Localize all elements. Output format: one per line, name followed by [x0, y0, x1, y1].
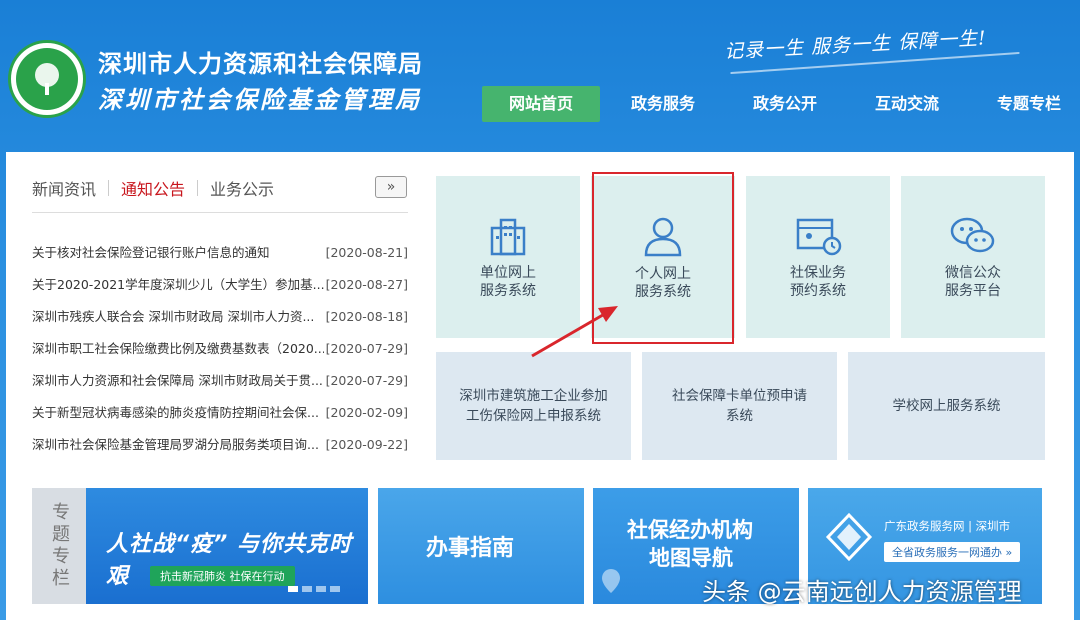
- guide-banner[interactable]: 办事指南: [378, 488, 584, 604]
- tile-label-line1: 学校网上服务系统: [893, 396, 1001, 416]
- news-date: [2020-08-18]: [326, 304, 408, 336]
- news-date: [2020-08-27]: [326, 272, 408, 304]
- tile-label-line2: 服务平台: [945, 282, 1001, 300]
- carousel-dots: [288, 586, 344, 592]
- building-icon: [486, 214, 530, 258]
- news-date: [2020-07-29]: [326, 368, 408, 400]
- tile-label-line1: 社会保障卡单位预申请: [672, 386, 807, 406]
- site-header: 深圳市人力资源和社会保障局 深圳市社会保险基金管理局 记录一生 服务一生 保障一…: [0, 0, 1080, 150]
- banner-text-line2: 地图导航: [649, 542, 733, 572]
- tile-label-line1: 微信公众: [945, 264, 1001, 282]
- list-item[interactable]: 关于2020-2021学年度深圳少儿（大学生）参加基... [2020-08-2…: [32, 272, 408, 304]
- tab-divider: [108, 180, 109, 196]
- gd-gov-logo-icon: [824, 512, 874, 562]
- nav-topics[interactable]: 专题专栏: [970, 86, 1080, 122]
- wechat-service-tile[interactable]: 微信公众 服务平台: [901, 176, 1045, 338]
- topics-side-label: 专题专栏: [32, 488, 86, 604]
- tree-icon: [16, 48, 78, 110]
- banner-title: 广东政务服务网 | 深圳市: [884, 518, 1010, 534]
- construction-injury-insurance-tile[interactable]: 深圳市建筑施工企业参加工伤保险网上申报系统: [436, 352, 631, 460]
- main-nav: 网站首页 政务服务 政务公开 互动交流 专题专栏: [482, 86, 1080, 122]
- news-title[interactable]: 深圳市残疾人联合会 深圳市财政局 深圳市人力资...: [32, 304, 324, 336]
- nav-home[interactable]: 网站首页: [482, 86, 600, 122]
- carousel-dot[interactable]: [288, 586, 298, 592]
- watermark: 头条 @云南远创人力资源管理: [702, 572, 1022, 607]
- carousel-dot[interactable]: [330, 586, 340, 592]
- appointment-service-tile[interactable]: 社保业务 预约系统: [746, 176, 890, 338]
- fund-title: 深圳市社会保险基金管理局: [98, 80, 422, 115]
- list-item[interactable]: 关于新型冠状病毒感染的肺炎疫情防控期间社会保... [2020-02-09]: [32, 400, 408, 432]
- list-item[interactable]: 深圳市社会保险基金管理局罗湖分局服务类项目询... [2020-09-22]: [32, 432, 408, 464]
- news-list: 关于核对社会保险登记银行账户信息的通知 [2020-08-21] 关于2020-…: [32, 240, 408, 464]
- news-date: [2020-08-21]: [326, 240, 408, 272]
- nav-interaction[interactable]: 互动交流: [848, 86, 966, 122]
- tile-label-line2: 系统: [672, 406, 807, 426]
- tab-news[interactable]: 新闻资讯: [32, 176, 96, 200]
- tab-business[interactable]: 业务公示: [210, 176, 274, 200]
- tile-label-line2: 服务系统: [480, 282, 536, 300]
- nav-services[interactable]: 政务服务: [604, 86, 722, 122]
- map-pin-icon: [601, 568, 621, 594]
- carousel-dot[interactable]: [302, 586, 312, 592]
- list-item[interactable]: 深圳市职工社会保险缴费比例及缴费基数表（2020... [2020-07-29]: [32, 336, 408, 368]
- news-title[interactable]: 关于核对社会保险登记银行账户信息的通知: [32, 240, 324, 272]
- more-button[interactable]: »: [375, 176, 407, 198]
- news-tabs: 新闻资讯 通知公告 业务公示: [32, 176, 274, 200]
- tile-label-line2: 工伤保险网上申报系统: [459, 406, 608, 426]
- banner-text-line1: 社保经办机构: [627, 514, 753, 544]
- wechat-icon: [948, 214, 998, 258]
- annotation-arrow-icon: [528, 300, 628, 362]
- news-date: [2020-02-09]: [326, 400, 408, 432]
- social-security-card-tile[interactable]: 社会保障卡单位预申请系统: [642, 352, 837, 460]
- news-title[interactable]: 关于2020-2021学年度深圳少儿（大学生）参加基...: [32, 272, 324, 304]
- news-date: [2020-07-29]: [326, 336, 408, 368]
- school-online-service-tile[interactable]: 学校网上服务系统: [848, 352, 1045, 460]
- list-item[interactable]: 关于核对社会保险登记银行账户信息的通知 [2020-08-21]: [32, 240, 408, 272]
- tile-label-line1: 单位网上: [480, 264, 536, 282]
- logo[interactable]: [8, 40, 86, 118]
- carousel-dot[interactable]: [316, 586, 326, 592]
- bureau-title: 深圳市人力资源和社会保障局: [98, 44, 423, 79]
- nav-disclosure[interactable]: 政务公开: [726, 86, 844, 122]
- news-title[interactable]: 关于新型冠状病毒感染的肺炎疫情防控期间社会保...: [32, 400, 324, 432]
- tile-label-line1: 深圳市建筑施工企业参加: [459, 386, 608, 406]
- tile-label-line2: 预约系统: [790, 282, 846, 300]
- news-title[interactable]: 深圳市人力资源和社会保障局 深圳市财政局关于贯...: [32, 368, 324, 400]
- banner-subtitle: 抗击新冠肺炎 社保在行动: [150, 566, 295, 586]
- tile-label-line1: 社保业务: [790, 264, 846, 282]
- appointment-icon: [794, 214, 842, 258]
- tab-divider: [197, 180, 198, 196]
- tab-notices[interactable]: 通知公告: [121, 176, 185, 200]
- one-network-button[interactable]: 全省政务服务一网通办 »: [884, 542, 1020, 562]
- news-title[interactable]: 深圳市职工社会保险缴费比例及缴费基数表（2020...: [32, 336, 324, 368]
- list-item[interactable]: 深圳市人力资源和社会保障局 深圳市财政局关于贯... [2020-07-29]: [32, 368, 408, 400]
- banner-text: 办事指南: [426, 530, 514, 562]
- news-title[interactable]: 深圳市社会保险基金管理局罗湖分局服务类项目询...: [32, 432, 324, 464]
- list-item[interactable]: 深圳市残疾人联合会 深圳市财政局 深圳市人力资... [2020-08-18]: [32, 304, 408, 336]
- tabs-divider: [32, 212, 408, 213]
- news-date: [2020-09-22]: [326, 432, 408, 464]
